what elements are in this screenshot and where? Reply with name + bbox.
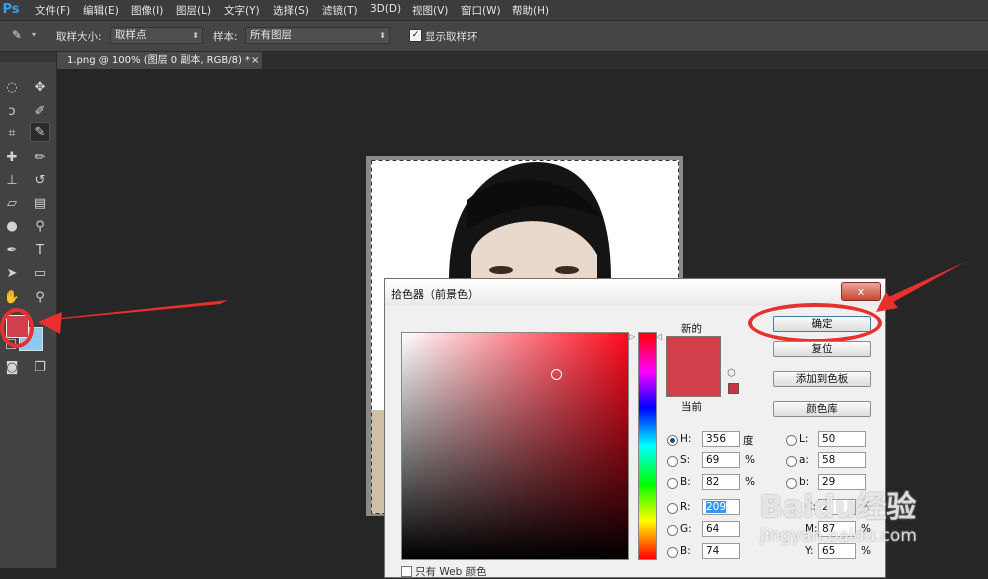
arrow-to-ok [884,262,965,305]
arrow-to-foreground [42,300,228,330]
arrow-to-foreground-head [38,312,62,334]
baidu-watermark: Baidu经验 [760,490,917,525]
baidu-watermark-url: jingyan.baidu.com [760,526,917,546]
